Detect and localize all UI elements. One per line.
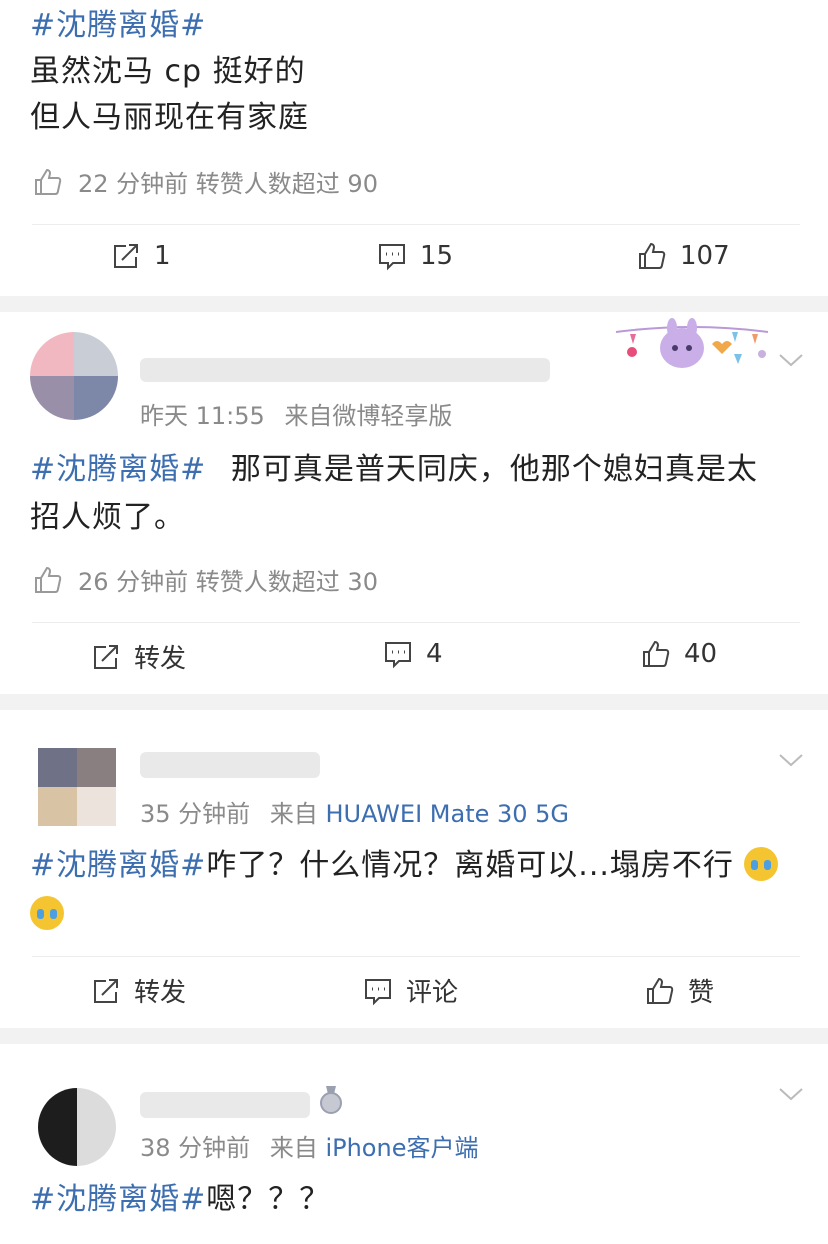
- post4-body: #沈腾离婚#嗯？？？: [30, 1182, 331, 1217]
- like-icon: [640, 638, 672, 670]
- repost-icon: [90, 641, 122, 673]
- post-separator: [0, 694, 828, 710]
- post3-body-emoji-line: [30, 896, 64, 930]
- post1-repost-button[interactable]: 1: [110, 240, 171, 272]
- post4-source-device[interactable]: iPhone客户端: [325, 1134, 478, 1162]
- divider: [32, 224, 800, 225]
- post2-time: 昨天 11:55: [140, 402, 265, 430]
- username-redacted[interactable]: [140, 752, 320, 778]
- comment-icon: [382, 638, 414, 670]
- post3-hashtag[interactable]: #沈腾离婚#: [30, 848, 206, 883]
- post2-meta-line: 昨天 11:55 来自微博轻享版: [140, 396, 452, 431]
- comment-icon: [376, 240, 408, 272]
- post2-like-button[interactable]: 40: [640, 638, 717, 670]
- post3-like-button[interactable]: 赞: [644, 972, 714, 1009]
- post1-meta: 22 分钟前 转赞人数超过 90: [32, 164, 378, 199]
- like-icon[interactable]: [32, 166, 64, 198]
- post1-text-line1: 虽然沈马 cp 挺好的: [30, 54, 306, 89]
- post1-text-line2: 但人马丽现在有家庭: [30, 100, 309, 135]
- post4-hashtag[interactable]: #沈腾离婚#: [30, 1182, 206, 1217]
- avatar[interactable]: [38, 1088, 116, 1166]
- post2-source: 来自微博轻享版: [284, 402, 453, 430]
- post4-meta-line: 38 分钟前 来自 iPhone客户端: [140, 1128, 478, 1163]
- post3-time: 35 分钟前: [140, 800, 251, 828]
- post2-body-line2: 招人烦了。: [30, 500, 185, 535]
- chevron-down-icon[interactable]: [778, 752, 804, 768]
- post4-time: 38 分钟前: [140, 1134, 251, 1162]
- avatar[interactable]: [38, 748, 116, 826]
- avatar[interactable]: [30, 332, 118, 420]
- post2-hashtag[interactable]: #沈腾离婚#: [30, 452, 206, 487]
- post3-body: #沈腾离婚#咋了？什么情况？离婚可以...塌房不行: [30, 844, 810, 888]
- post-separator: [0, 1028, 828, 1044]
- post2-comment-button[interactable]: 4: [382, 638, 443, 670]
- divider: [32, 956, 800, 957]
- like-icon[interactable]: [32, 564, 64, 596]
- post2-repost-button[interactable]: 转发: [90, 638, 186, 675]
- post2-meta: 26 分钟前 转赞人数超过 30: [32, 562, 378, 597]
- post3-source-device[interactable]: HUAWEI Mate 30 5G: [325, 800, 569, 828]
- post-separator: [0, 296, 828, 312]
- crying-emoji-icon: [744, 847, 779, 881]
- username-redacted[interactable]: [140, 358, 550, 382]
- post3-source-prefix: 来自: [269, 800, 318, 828]
- post3-comment-button[interactable]: 评论: [362, 972, 458, 1009]
- username-redacted[interactable]: [140, 1092, 310, 1118]
- medal-badge-icon: [318, 1086, 344, 1114]
- like-icon: [644, 975, 676, 1007]
- comment-icon: [362, 975, 394, 1007]
- post1-like-button[interactable]: 107: [636, 240, 730, 272]
- post3-repost-button[interactable]: 转发: [90, 972, 186, 1009]
- post3-meta-line: 35 分钟前 来自 HUAWEI Mate 30 5G: [140, 794, 569, 829]
- divider: [32, 622, 800, 623]
- like-icon: [636, 240, 668, 272]
- post4-source-prefix: 来自: [269, 1134, 318, 1162]
- chevron-down-icon[interactable]: [778, 352, 804, 368]
- repost-icon: [110, 240, 142, 272]
- post2-body: #沈腾离婚# 那可真是普天同庆，他那个媳妇真是太: [30, 452, 758, 487]
- chevron-down-icon[interactable]: [778, 1086, 804, 1102]
- post1-hashtag[interactable]: #沈腾离婚#: [30, 4, 206, 48]
- repost-icon: [90, 975, 122, 1007]
- post1-comment-button[interactable]: 15: [376, 240, 453, 272]
- crying-emoji-icon: [30, 896, 64, 930]
- decoration-badge-icon: [612, 318, 772, 378]
